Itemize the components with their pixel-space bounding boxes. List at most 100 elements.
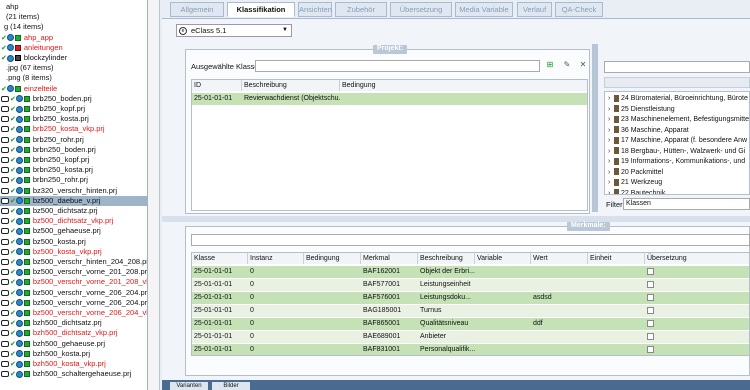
table-cell[interactable] [645, 292, 749, 304]
selected-classes-input[interactable] [255, 60, 540, 72]
table-cell[interactable] [645, 344, 749, 355]
tree-item[interactable]: ✔ bz320_verschr_hinten.prj [0, 186, 147, 196]
tree-item[interactable]: ✔ blockzylinder [0, 53, 147, 63]
catalog-item[interactable]: › 18 Bergbau-, Hütten-, Walzwerk- und Gi [608, 146, 745, 157]
add-class-icon[interactable]: ⊞ [545, 60, 555, 70]
tree-item[interactable]: ✔ brbn250_boden.prj [0, 145, 147, 155]
catalog-item[interactable]: › 25 Dienstleistung [608, 104, 675, 115]
translation-checkbox[interactable] [647, 319, 654, 327]
tab-zubeh-r[interactable]: Zubehör [335, 2, 387, 17]
tab-allgemein[interactable]: Allgemein [170, 2, 224, 17]
table-cell[interactable] [645, 318, 749, 330]
tree-item[interactable]: ahp [0, 2, 147, 12]
translation-checkbox[interactable] [647, 280, 654, 288]
tree-item[interactable]: ✔ brbn250_kosta.prj [0, 165, 147, 175]
tab--bersetzung[interactable]: Übersetzung [390, 2, 452, 17]
catalog-item[interactable]: › 17 Maschine, Apparat (f. besondere Anw [608, 135, 747, 146]
column-header[interactable]: Bedingung [304, 253, 361, 264]
column-header[interactable]: ID [192, 80, 242, 91]
tree-item[interactable]: ✔ bzh500_kosta.prj [0, 349, 147, 359]
tree-item[interactable]: ✔ brb250_kosta.prj [0, 114, 147, 124]
filter-input[interactable]: Klassen [623, 198, 750, 210]
tree-item[interactable]: ✔ bz500_verschr_vorne_206_204.prj [0, 288, 147, 298]
catalog-item[interactable]: › 20 Packmittel [608, 167, 663, 178]
tree-item[interactable]: ✔ bz500_gehaeuse.prj [0, 226, 147, 236]
tree-item[interactable]: ✔ anleitungen [0, 43, 147, 53]
tree-item[interactable]: ✔ bz500_dichtsatz_vkp.prj [0, 216, 147, 226]
tree-item[interactable]: ✔ bz500_verschr_vorne_206_204_vk... [0, 308, 148, 318]
tree-item[interactable]: ✔ bz500_daebue_v.prj [0, 195, 147, 206]
tree-item[interactable]: ✔ einzelteile [0, 84, 147, 94]
column-header[interactable]: Wert [531, 253, 588, 264]
tree-item[interactable]: .png (8 items) [0, 73, 147, 83]
tab-media-variable[interactable]: Media Variable [455, 2, 513, 17]
tree-item[interactable]: ✔ bz500_verschr_vorne_201_208_vk... [0, 277, 147, 287]
classification-system-select[interactable]: e eClass 5.1 ▼ [176, 24, 292, 37]
tree-item[interactable]: ✔ bzh500_kosta_vkp.prj [0, 359, 147, 369]
tree-item-label: bz500_verschr_vorne_206_204_vk... [32, 308, 148, 317]
catalog-search-input[interactable] [604, 61, 750, 73]
file-tree[interactable]: ahp (21 items) g (14 items) ✔ ahp_app ✔ anleitu… [0, 0, 148, 390]
catalog-item[interactable]: › 22 Bautechnik [608, 188, 665, 194]
catalog-item[interactable]: › 19 Informations-, Kommunikations-, und [608, 156, 745, 167]
tree-item[interactable]: ✔ bz500_kosta.prj [0, 237, 147, 247]
tree-item-label: bz500_gehaeuse.prj [32, 226, 101, 236]
translation-checkbox[interactable] [647, 267, 654, 275]
column-header[interactable]: Instanz [248, 253, 304, 264]
catalog-tree[interactable]: › 24 Büromaterial, Büroeinrichtung, Bürot… [604, 91, 750, 195]
catalog-item[interactable]: › 36 Maschine, Apparat [608, 125, 689, 136]
catalog-item[interactable]: › 21 Werkzeug [608, 177, 662, 188]
column-header[interactable]: Variable [475, 253, 531, 264]
tree-item[interactable]: ✔ brb250_rohr.prj [0, 135, 147, 145]
catalog-item[interactable]: › 24 Büromaterial, Büroeinrichtung, Bürot… [608, 93, 748, 104]
column-header[interactable]: Klasse [192, 253, 248, 264]
tree-scrollbar[interactable] [148, 0, 160, 390]
tree-item[interactable]: ✔ bzh500_dichtsatz_vkp.prj [0, 328, 147, 338]
tab-qa-check[interactable]: QA-Check [555, 2, 603, 17]
tree-item[interactable]: ✔ ahp_app [0, 33, 147, 43]
table-cell[interactable] [645, 266, 749, 278]
tree-item[interactable]: ✔ bz500_dichtsatz.prj [0, 206, 147, 216]
translation-checkbox[interactable] [647, 306, 654, 314]
table-cell[interactable] [645, 305, 749, 317]
column-header[interactable]: Übersetzung [645, 253, 749, 264]
table-cell[interactable] [645, 331, 749, 343]
edit-class-icon[interactable]: ✎ [562, 60, 572, 70]
column-header[interactable]: Einheit [588, 253, 645, 264]
tab-ansichten[interactable]: Ansichten [298, 2, 332, 17]
tree-item[interactable]: ✔ brbn250_kopf.prj [0, 155, 147, 165]
catalog-item[interactable]: › 23 Maschinenelement, Befestigungsmittel [608, 114, 749, 125]
tab-klassifikation[interactable]: Klassifikation [227, 2, 295, 17]
tree-item[interactable]: (21 items) [0, 12, 147, 22]
vertical-splitter[interactable] [592, 44, 598, 212]
delete-class-icon[interactable]: ✕ [578, 60, 588, 70]
horizontal-splitter[interactable] [162, 216, 750, 222]
tree-item[interactable]: ✔ brb250_boden.prj [0, 94, 147, 104]
translation-checkbox[interactable] [647, 345, 654, 353]
tree-item[interactable]: ✔ bzh500_schaltergehaeuse.prj [0, 369, 147, 379]
tab-verlauf[interactable]: Verlauf [517, 2, 552, 17]
tree-item[interactable]: ✔ bz500_verschr_vorne_201_208.prj [0, 267, 147, 277]
column-header[interactable]: Beschreibung [418, 253, 475, 264]
column-header[interactable]: Merkmal [361, 253, 418, 264]
tree-item[interactable]: ✔ bz500_verschr_vorne_206_204.prj [0, 298, 147, 308]
tree-item[interactable]: ✔ bzh500_gehaeuse.prj [0, 339, 147, 349]
translation-checkbox[interactable] [647, 293, 654, 301]
tree-item[interactable]: ✔ brbn250_rohr.prj [0, 175, 147, 185]
green-status-icon [23, 269, 30, 276]
table-cell[interactable] [645, 279, 749, 291]
tree-item[interactable]: ✔ bzh500_dichtsatz.prj [0, 318, 147, 328]
tree-item[interactable]: ✔ brb250_kosta_vkp.prj [0, 124, 147, 134]
bottom-tab[interactable]: Varianten [170, 382, 208, 390]
column-header[interactable]: Bedingung [340, 80, 587, 91]
features-filter-input[interactable] [191, 234, 750, 246]
tree-item[interactable]: ✔ bz500_kosta_vkp.prj [0, 247, 147, 257]
green-status-icon [23, 279, 30, 286]
tree-item[interactable]: g (14 items) [0, 22, 147, 32]
translation-checkbox[interactable] [647, 332, 654, 340]
tree-item[interactable]: .jpg (67 items) [0, 63, 147, 73]
bottom-tab[interactable]: Bilder [212, 382, 250, 390]
tree-item[interactable]: ✔ bz500_verschr_hinten_204_208.prj [0, 257, 147, 267]
column-header[interactable]: Beschreibung [242, 80, 340, 91]
tree-item[interactable]: ✔ brb250_kopf.prj [0, 104, 147, 114]
